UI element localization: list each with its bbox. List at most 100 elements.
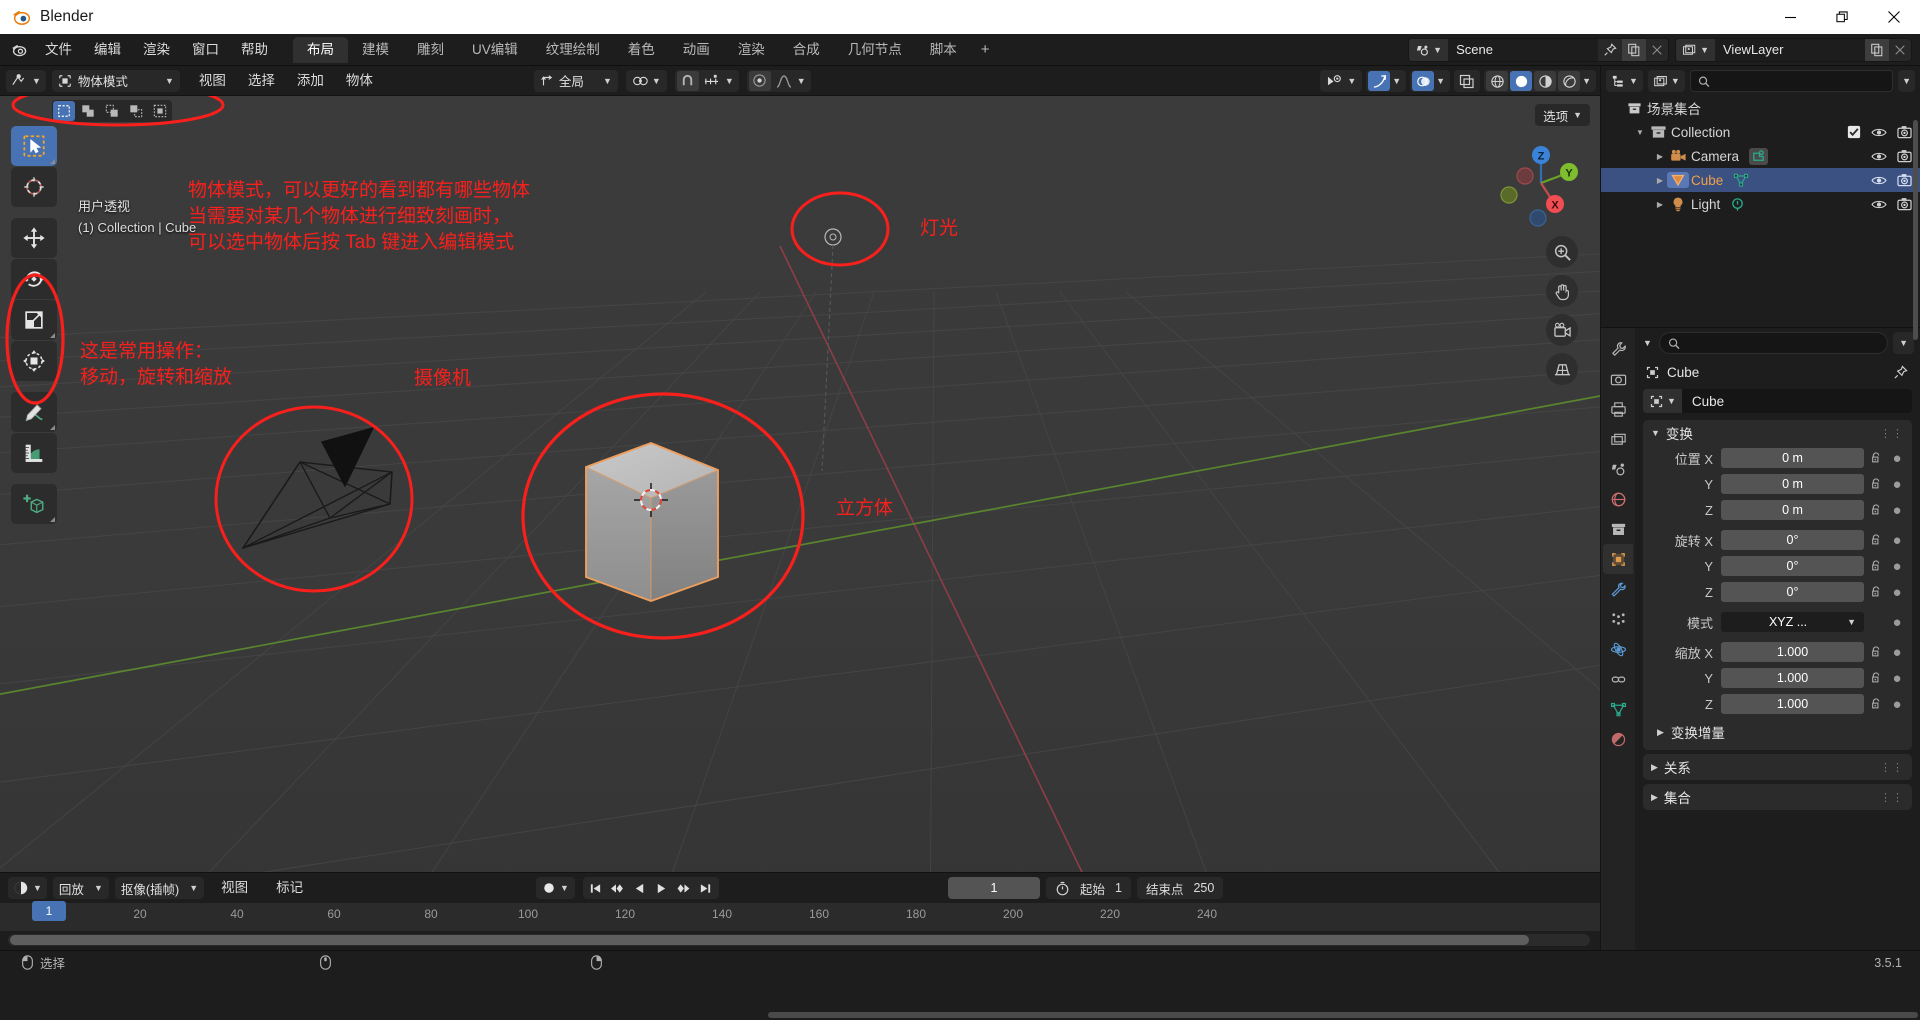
scene-browse-icon[interactable]: ▼ — [1409, 39, 1449, 61]
show-gizmo-icon[interactable] — [1368, 71, 1391, 91]
properties-tab-modifier[interactable] — [1603, 574, 1633, 604]
scale-z-lock-icon[interactable] — [1864, 697, 1888, 711]
workspace-tab-geometry-nodes[interactable]: 几何节点 — [834, 37, 916, 63]
3d-viewport[interactable]: 用户透视 (1) Collection | Cube 选项 ▼ Z Y X 物体… — [0, 96, 1600, 872]
rotation-x-field[interactable]: 0° — [1721, 530, 1864, 550]
outliner-row-scene-collection[interactable]: 场景集合 — [1601, 96, 1920, 120]
rotation-mode-dropdown[interactable]: XYZ ... ▼ — [1721, 612, 1864, 632]
location-z-animate-dot[interactable]: ● — [1888, 502, 1906, 519]
delta-transform-subpanel[interactable]: ▶ 变换增量 — [1643, 718, 1912, 744]
select-extend-icon[interactable] — [77, 101, 99, 121]
location-x-lock-icon[interactable] — [1864, 451, 1888, 465]
scale-x-animate-dot[interactable]: ● — [1888, 644, 1906, 661]
annotate-tool-button[interactable] — [11, 392, 57, 432]
solid-shading-icon[interactable] — [1510, 71, 1533, 91]
expand-arrow-icon[interactable]: ▼ — [1633, 128, 1647, 137]
minimize-button[interactable] — [1764, 0, 1816, 34]
properties-tab-scene[interactable] — [1603, 454, 1633, 484]
relations-panel-header[interactable]: ▶ 关系 ⋮⋮ — [1643, 754, 1912, 780]
jump-to-start-icon[interactable] — [585, 878, 607, 898]
frame-end-field[interactable]: 结束点 250 — [1136, 877, 1224, 899]
properties-tab-material[interactable] — [1603, 724, 1633, 754]
properties-pin-icon[interactable] — [1893, 364, 1908, 380]
scene-unlink-icon[interactable] — [1646, 39, 1668, 61]
properties-tab-output[interactable] — [1603, 394, 1633, 424]
viewlayer-name[interactable]: ViewLayer — [1715, 39, 1865, 61]
outliner-search-input[interactable] — [1689, 70, 1894, 92]
use-preview-range-icon[interactable] — [1055, 881, 1070, 896]
tweak-tool-button[interactable] — [11, 126, 57, 166]
menu-help[interactable]: 帮助 — [230, 38, 279, 62]
rotation-y-animate-dot[interactable]: ● — [1888, 558, 1906, 575]
subpanel-expand-icon[interactable]: ▶ — [1657, 727, 1664, 738]
scene-pin-icon[interactable] — [1598, 39, 1622, 61]
timeline-menu-playback[interactable]: 回放 ▼ — [52, 877, 109, 899]
timeline-editor-type-button[interactable]: ▼ — [8, 877, 47, 899]
panel-expand-icon[interactable]: ▶ — [1651, 792, 1658, 803]
scene-selector[interactable]: ▼ Scene — [1408, 38, 1670, 62]
timeline-menu-marker[interactable]: 标记 — [265, 876, 314, 900]
properties-tab-world[interactable] — [1603, 484, 1633, 514]
light-data-icon[interactable] — [1730, 197, 1745, 212]
properties-tab-object[interactable] — [1603, 544, 1633, 574]
jump-to-end-icon[interactable] — [695, 878, 717, 898]
workspace-tab-layout[interactable]: 布局 — [293, 36, 348, 63]
properties-scrollbar[interactable] — [1913, 120, 1918, 340]
viewport-menu-add[interactable]: 添加 — [286, 69, 335, 93]
expand-arrow-icon[interactable]: ▶ — [1653, 200, 1667, 209]
menu-file[interactable]: 文件 — [34, 38, 83, 62]
measure-tool-button[interactable] — [11, 433, 57, 473]
transform-orientation-dropdown[interactable]: 全局 ▼ — [533, 69, 618, 92]
navigation-gizmo[interactable]: Z Y X — [1496, 138, 1586, 228]
editor-type-button[interactable]: ▼ — [6, 69, 46, 92]
jump-to-next-keyframe-icon[interactable] — [673, 878, 695, 898]
scale-y-lock-icon[interactable] — [1864, 671, 1888, 685]
move-tool-button[interactable] — [11, 218, 57, 258]
light-render-icon[interactable] — [1897, 197, 1912, 211]
timeline-menu-view[interactable]: 视图 — [210, 876, 259, 900]
panel-drag-grip[interactable]: ⋮⋮ — [1880, 427, 1904, 440]
panel-expand-icon[interactable]: ▼ — [1651, 428, 1660, 438]
camera-data-icon[interactable] — [1749, 147, 1769, 165]
panel-expand-icon[interactable]: ▶ — [1651, 762, 1658, 773]
location-y-animate-dot[interactable]: ● — [1888, 476, 1906, 493]
object-browse-icon[interactable]: ▼ — [1643, 389, 1682, 413]
properties-options-chevron-icon[interactable]: ▼ — [1893, 332, 1914, 354]
scale-tool-button[interactable] — [11, 300, 57, 340]
timeline-scrollbar[interactable] — [8, 934, 1590, 946]
interaction-mode-dropdown[interactable]: 物体模式 ▼ — [51, 69, 180, 92]
material-preview-icon[interactable] — [1534, 71, 1557, 91]
properties-tab-tool[interactable] — [1603, 334, 1633, 364]
frame-range-fields[interactable]: 起始 1 — [1046, 877, 1131, 899]
viewport-menu-object[interactable]: 物体 — [335, 69, 384, 93]
rotation-z-lock-icon[interactable] — [1864, 585, 1888, 599]
location-x-field[interactable]: 0 m — [1721, 448, 1864, 468]
outliner-filter-button[interactable]: ▼ — [1898, 70, 1915, 92]
expand-arrow-icon[interactable]: ▶ — [1653, 176, 1667, 185]
scale-y-animate-dot[interactable]: ● — [1888, 670, 1906, 687]
mesh-data-icon[interactable] — [1733, 172, 1749, 188]
object-name-field[interactable]: Cube — [1681, 389, 1912, 413]
rotation-x-lock-icon[interactable] — [1864, 533, 1888, 547]
transform-panel-header[interactable]: ▼ 变换 ⋮⋮ — [1643, 420, 1912, 446]
outliner-row-cube[interactable]: ▶ Cube — [1601, 168, 1920, 192]
magnet-icon[interactable] — [676, 70, 699, 91]
workspace-tab-scripting[interactable]: 脚本 — [916, 37, 971, 63]
current-frame-field[interactable]: 1 — [948, 877, 1040, 899]
select-invert-icon[interactable] — [125, 101, 147, 121]
zoom-view-icon[interactable] — [1546, 236, 1578, 268]
properties-tab-render[interactable] — [1603, 364, 1633, 394]
properties-tab-particles[interactable] — [1603, 604, 1633, 634]
toggle-orthographic-icon[interactable] — [1546, 353, 1578, 385]
outliner-display-mode-button[interactable]: ▼ — [1647, 70, 1685, 92]
expand-arrow-icon[interactable]: ▶ — [1653, 152, 1667, 161]
location-x-animate-dot[interactable]: ● — [1888, 450, 1906, 467]
rotation-y-lock-icon[interactable] — [1864, 559, 1888, 573]
camera-render-icon[interactable] — [1897, 149, 1912, 163]
cursor-tool-button[interactable] — [11, 167, 57, 207]
frame-start-value[interactable]: 1 — [1115, 881, 1122, 895]
viewlayer-browse-icon[interactable]: ▼ — [1676, 39, 1715, 61]
collection-camera-icon[interactable] — [1897, 125, 1912, 139]
rotation-mode-animate-dot[interactable]: ● — [1888, 614, 1906, 631]
maximize-button[interactable] — [1816, 0, 1868, 34]
